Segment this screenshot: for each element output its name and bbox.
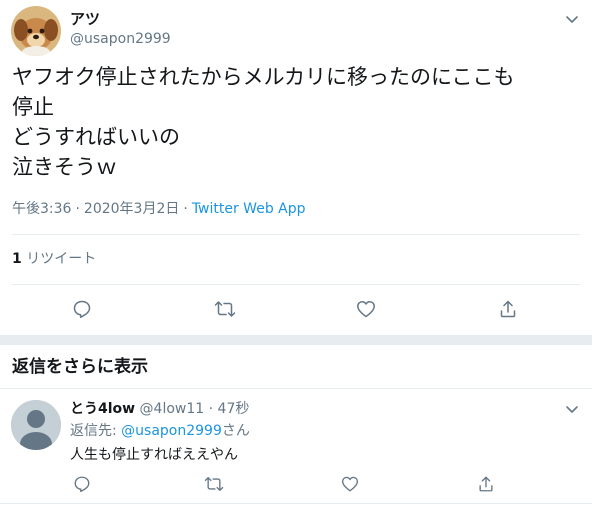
share-icon[interactable] xyxy=(474,472,498,496)
retweet-count-label: リツイート xyxy=(26,251,97,267)
chevron-down-icon[interactable] xyxy=(560,397,584,421)
replying-to-mention[interactable]: @usapon2999 xyxy=(121,423,222,439)
reply-tweet[interactable]: とう4low @4low11 · 47秒 返信先: @usapon2999さん … xyxy=(0,390,592,520)
tweet-text: ヤフオク停止されたからメルカリに移ったのにここも 停止 どうすればいいの 泣きそ… xyxy=(12,62,582,182)
reply-author-handle[interactable]: @4low11 xyxy=(140,401,205,417)
author-avatar[interactable] xyxy=(11,6,61,56)
replying-to: 返信先: @usapon2999さん xyxy=(70,421,250,441)
tweet-client-link[interactable]: Twitter Web App xyxy=(192,201,306,217)
heart-icon[interactable] xyxy=(354,297,378,321)
author-name[interactable]: アツ xyxy=(70,9,100,29)
divider xyxy=(12,284,580,285)
meta-separator: · xyxy=(208,401,214,417)
reply-author-name[interactable]: とう4low xyxy=(70,401,135,417)
chevron-down-icon[interactable] xyxy=(560,7,584,31)
reply-actions xyxy=(0,472,592,496)
meta-separator: · xyxy=(183,201,188,217)
divider xyxy=(0,388,592,389)
share-icon[interactable] xyxy=(496,297,520,321)
reply-text: 人生も停止すればええやん xyxy=(70,447,238,463)
main-tweet: アツ @usapon2999 ヤフオク停止されたからメルカリに移ったのにここも … xyxy=(0,0,592,335)
reply-time[interactable]: 47秒 xyxy=(218,401,250,417)
meta-separator: · xyxy=(75,201,80,217)
tweet-text-line: どうすればいいの xyxy=(12,125,180,149)
tweet-actions xyxy=(0,297,592,321)
replying-to-prefix: 返信先: xyxy=(70,423,122,439)
comment-icon[interactable] xyxy=(70,297,94,321)
default-avatar[interactable] xyxy=(11,400,61,450)
replying-to-suffix: さん xyxy=(221,423,250,439)
heart-icon[interactable] xyxy=(338,472,362,496)
divider xyxy=(0,503,592,504)
section-separator xyxy=(0,335,592,345)
tweet-stats[interactable]: 1 リツイート xyxy=(12,249,96,269)
tweet-text-line: ヤフオク停止されたからメルカリに移ったのにここも xyxy=(12,65,515,89)
tweet-text-line: 泣きそうｗ xyxy=(12,155,117,179)
retweet-icon[interactable] xyxy=(202,472,226,496)
tweet-text-line: 停止 xyxy=(12,95,54,119)
comment-icon[interactable] xyxy=(70,472,94,496)
tweet-meta: 午後3:36 · 2020年3月2日 · Twitter Web App xyxy=(12,199,306,219)
tweet-date[interactable]: 2020年3月2日 xyxy=(84,201,179,217)
show-more-replies-link[interactable]: 返信をさらに表示 xyxy=(12,355,148,379)
reply-header: とう4low @4low11 · 47秒 xyxy=(70,399,249,419)
tweet-time[interactable]: 午後3:36 xyxy=(12,201,71,217)
retweet-count: 1 xyxy=(12,251,22,267)
divider xyxy=(12,234,580,235)
retweet-icon[interactable] xyxy=(213,297,237,321)
author-handle[interactable]: @usapon2999 xyxy=(70,29,171,49)
